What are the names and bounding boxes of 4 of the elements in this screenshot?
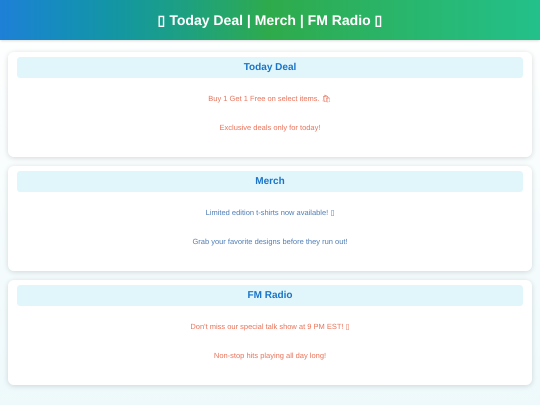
section-title: Today Deal — [17, 57, 523, 78]
section-title: Merch — [17, 171, 523, 192]
header-title: ▯ Today Deal | Merch | FM Radio ▯ — [157, 10, 383, 30]
section-title: FM Radio — [17, 285, 523, 306]
